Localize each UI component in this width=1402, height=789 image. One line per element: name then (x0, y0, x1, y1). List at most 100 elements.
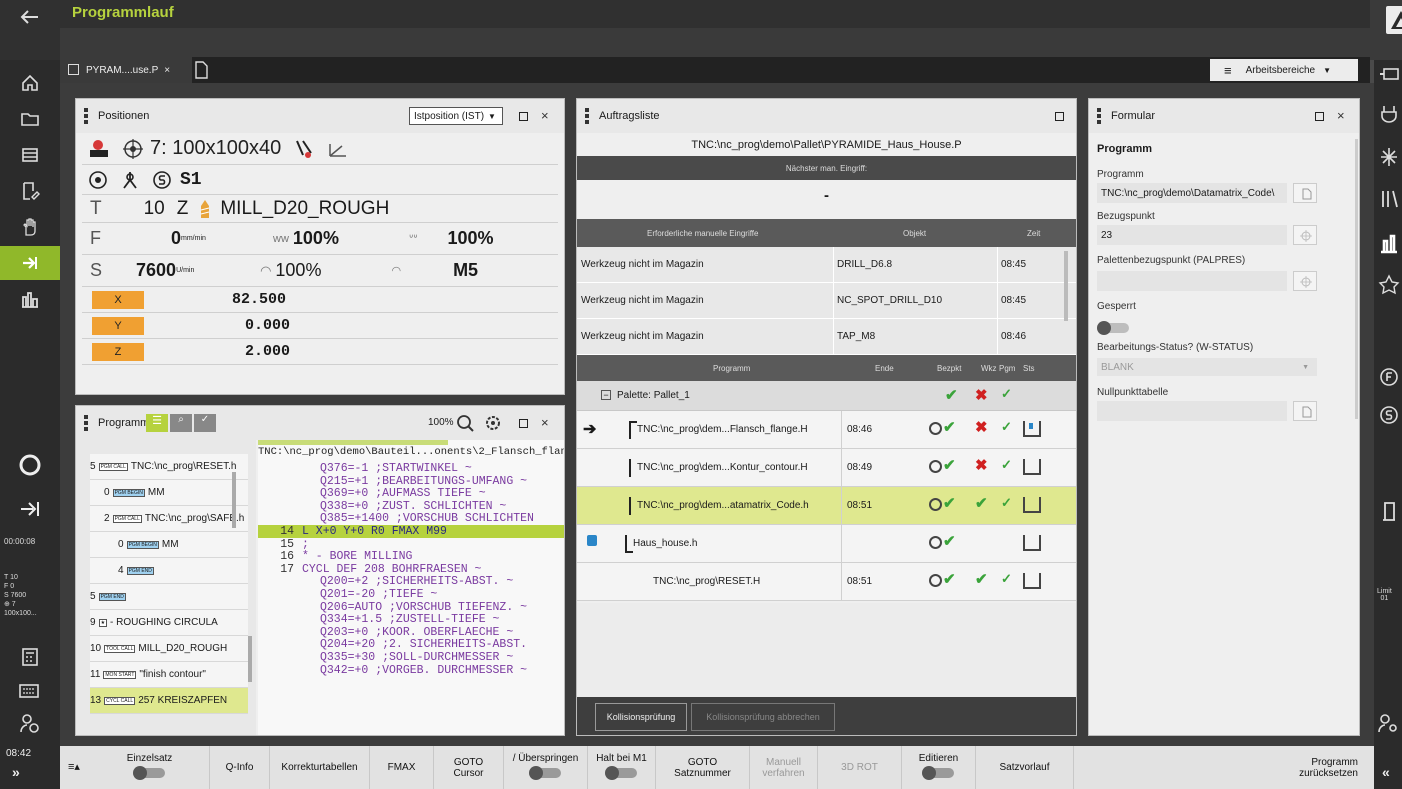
structure-item[interactable]: 9 ★ - ROUGHING CIRCULA (90, 610, 248, 636)
code-line[interactable]: Q206=AUTO ;VORSCHUB TIEFENZ. ~ (258, 601, 564, 614)
softkey-button[interactable]: Manuell verfahren (750, 746, 818, 789)
user-settings-icon[interactable] (1376, 712, 1400, 734)
code-line[interactable]: 15; (258, 538, 564, 551)
probe-icon[interactable] (1379, 188, 1399, 210)
job-row[interactable]: TNC:\nc_prog\dem...Kontur_contour.H 08:49… (577, 449, 1076, 487)
expand-icon[interactable]: » (12, 764, 20, 780)
status-select[interactable]: BLANK ▼ (1097, 358, 1317, 376)
tab-close-icon[interactable]: × (164, 65, 170, 76)
zero-table-select-icon[interactable] (1293, 401, 1317, 421)
code-line[interactable]: Q369=+0 ;AUFMASS TIEFE ~ (258, 487, 564, 500)
structure-item[interactable]: 5 PGM CALL TNC:\nc_prog\RESET.h (90, 454, 248, 480)
abort-collision-button[interactable]: Kollisionsprüfung abbrechen (691, 703, 835, 731)
code-line[interactable]: Q203=+0 ;KOOR. OBERFLAECHE ~ (258, 626, 564, 639)
intervention-scrollbar[interactable] (1064, 251, 1068, 321)
close-icon[interactable]: × (541, 108, 549, 123)
pallet-row[interactable]: − Palette: Pallet_1 ✔ ✖ ✓ (577, 381, 1076, 411)
softkey-toggle[interactable] (604, 766, 637, 780)
program-code-view[interactable]: TNC:\nc_prog\demo\Bauteil...onents\2_Fla… (258, 440, 564, 735)
code-line[interactable]: Q201=-20 ;TIEFE ~ (258, 588, 564, 601)
job-row[interactable]: Haus_house.h ✔ (577, 525, 1076, 563)
softkey-button[interactable]: Halt bei M1 (588, 746, 656, 789)
close-icon[interactable]: × (1337, 108, 1345, 123)
nav-files[interactable] (0, 102, 60, 136)
drag-handle-icon[interactable] (84, 108, 88, 124)
nav-machine[interactable] (0, 282, 60, 316)
maximize-icon[interactable] (1055, 112, 1064, 121)
softkey-button[interactable]: Editieren (902, 746, 976, 789)
job-row[interactable]: TNC:\nc_prog\dem...atamatrix_Code.h 08:51… (577, 487, 1076, 525)
nav-editor[interactable] (0, 174, 60, 208)
code-line[interactable]: Q334=+1.5 ;ZUSTELL-TIEFE ~ (258, 613, 564, 626)
settings-gear-icon[interactable] (484, 414, 502, 432)
code-line[interactable]: Q376=-1 ;STARTWINKEL ~ (258, 462, 564, 475)
intervention-row[interactable]: Werkzeug nicht im Magazin NC_SPOT_DRILL_D… (577, 283, 1076, 319)
tool-holder-icon[interactable] (1378, 232, 1400, 254)
structure-item[interactable]: 10 TOOL CALL MILL_D20_ROUGH (90, 636, 248, 662)
structure-scrollbar-2[interactable] (248, 636, 252, 682)
zero-table-field[interactable] (1097, 401, 1287, 421)
code-line[interactable]: Q204=+20 ;2. SICHERHEITS-ABST. (258, 638, 564, 651)
softkey-button[interactable]: Korrekturtabellen (270, 746, 370, 789)
collapse-toggle-icon[interactable]: − (601, 390, 611, 400)
softkey-toggle[interactable] (921, 766, 954, 780)
program-tab[interactable]: PYRAM....use.P × (60, 57, 192, 83)
coolant-icon[interactable] (1379, 146, 1399, 168)
softkey-button[interactable]: Einzelsatz (90, 746, 210, 789)
user-icon[interactable] (18, 712, 42, 734)
cycle-start-icon[interactable] (18, 453, 42, 477)
structure-item[interactable]: 13 CYCL CALL 257 KREISZAPFEN (90, 688, 248, 714)
keyboard-icon[interactable] (18, 682, 40, 700)
pallet-preset-field[interactable] (1097, 271, 1287, 291)
collision-check-button[interactable]: Kollisionsprüfung (595, 703, 687, 731)
calculator-icon[interactable] (20, 647, 40, 667)
structure-item[interactable]: 5 PGM END (90, 584, 248, 610)
code-line[interactable]: Q200=+2 ;SICHERHEITS-ABST. ~ (258, 575, 564, 588)
new-file-icon[interactable] (194, 61, 208, 79)
door-icon[interactable] (1380, 500, 1398, 522)
back-button[interactable] (0, 0, 60, 60)
intervention-row[interactable]: Werkzeug nicht im Magazin TAP_M8 08:46 (577, 319, 1076, 355)
workspaces-menu[interactable]: ≡ Arbeitsbereiche ▼ (1210, 59, 1358, 81)
position-mode-select[interactable]: Istposition (IST) ▼ (409, 107, 503, 125)
pallet-preset-select-icon[interactable] (1293, 271, 1317, 291)
softkey-button[interactable]: 3D ROT (818, 746, 902, 789)
structure-scrollbar[interactable] (232, 472, 236, 528)
code-line[interactable]: Q338=+0 ;ZUST. SCHLICHTEN ~ (258, 500, 564, 513)
softkey-button[interactable]: GOTO Cursor (434, 746, 504, 789)
spindle-override-icon[interactable] (1378, 404, 1400, 426)
job-row[interactable]: ➔ TNC:\nc_prog\dem...Flansch_flange.H 08:4… (577, 411, 1076, 449)
list-view-icon[interactable]: ☰ (146, 414, 168, 432)
softkey-toggle[interactable] (132, 766, 165, 780)
close-icon[interactable]: × (541, 415, 549, 430)
preset-select-icon[interactable] (1293, 225, 1317, 245)
battery-icon[interactable] (1378, 64, 1400, 84)
collapse-icon[interactable]: « (1382, 764, 1390, 780)
code-line[interactable]: Q335=+30 ;SOLL-DURCHMESSER ~ (258, 651, 564, 664)
star-icon[interactable] (1378, 274, 1400, 296)
job-row[interactable]: TNC:\nc_prog\RESET.H 08:51 ✔ ✔ ✓ (577, 563, 1076, 601)
plug-icon[interactable] (1379, 104, 1399, 126)
nav-program-run[interactable] (0, 246, 60, 280)
structure-item[interactable]: 0 PGM BEGIN MM (90, 532, 248, 558)
maximize-icon[interactable] (519, 112, 528, 121)
tab-checkbox[interactable] (68, 64, 79, 75)
structure-item[interactable]: 2 PGM CALL TNC:\nc_prog\SAFE.h (90, 506, 248, 532)
feed-override-icon[interactable] (1378, 366, 1400, 388)
drag-handle-icon[interactable] (84, 415, 88, 431)
intervention-row[interactable]: Werkzeug nicht im Magazin DRILL_D6.8 08:45 (577, 247, 1076, 283)
softkey-button[interactable]: Programm zurücksetzen (1074, 746, 1374, 789)
file-select-icon[interactable] (1293, 183, 1317, 203)
form-scrollbar[interactable] (1355, 139, 1358, 419)
softkey-button[interactable]: GOTO Satznummer (656, 746, 750, 789)
softkey-button[interactable]: / Überspringen (504, 746, 588, 789)
maximize-icon[interactable] (519, 419, 528, 428)
softkey-button[interactable]: FMAX (370, 746, 434, 789)
code-line[interactable]: Q385=+1400 ;VORSCHUB SCHLICHTEN (258, 512, 564, 525)
code-line[interactable]: Q342=+0 ;VORGEB. DURCHMESSER ~ (258, 664, 564, 677)
drag-handle-icon[interactable] (585, 108, 589, 124)
heidenhain-logo-icon[interactable] (1386, 6, 1402, 34)
nav-tables[interactable] (0, 138, 60, 172)
code-line[interactable]: Q215=+1 ;BEARBEITUNGS-UMFANG ~ (258, 475, 564, 488)
code-line[interactable]: 16 * - BORE MILLING (258, 550, 564, 563)
